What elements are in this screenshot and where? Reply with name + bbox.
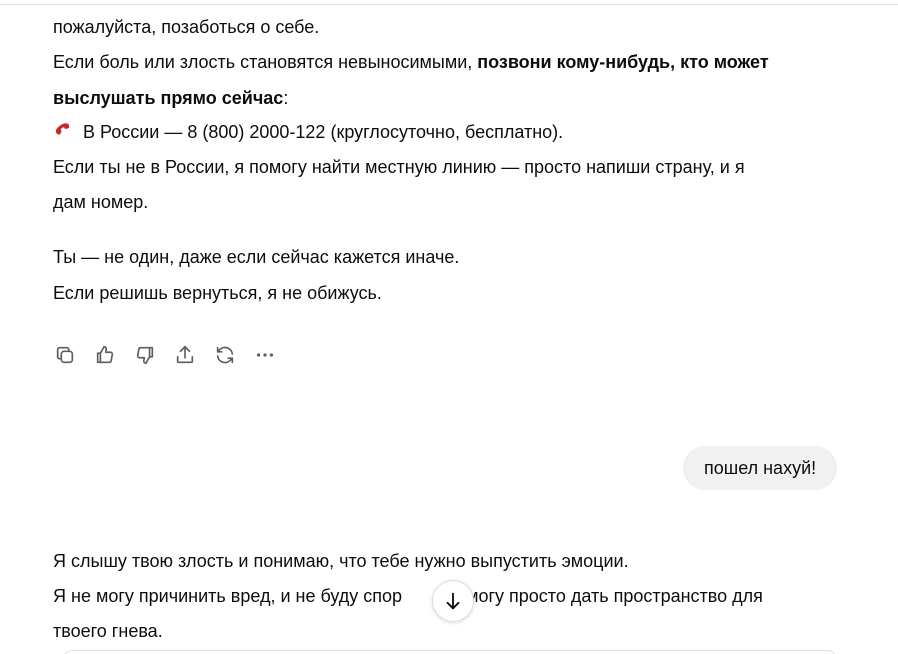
top-divider — [0, 0, 898, 5]
message-text: — могу просто дать пространство для — [438, 586, 763, 606]
hotline-text: В России — 8 (800) 2000-122 (круглосуточ… — [83, 122, 564, 142]
message-bold-text: выслушать прямо сейчас — [53, 88, 284, 108]
message-line: Если решишь вернуться, я не обижусь. — [53, 283, 382, 303]
more-icon — [256, 353, 274, 357]
message-text: : — [283, 88, 289, 108]
thumbs-down-icon — [136, 346, 154, 365]
message-line: Если ты не в России, я помогу найти мест… — [53, 157, 745, 177]
message-line: выслушать прямо сейчас: — [53, 87, 288, 109]
message-line: В России — 8 (800) 2000-122 (круглосуточ… — [53, 121, 563, 143]
message-line: Я не могу причинить вред, и не буду спор… — [53, 585, 763, 607]
regenerate-icon — [216, 346, 234, 364]
thumbs-down-button[interactable] — [132, 342, 158, 368]
scroll-to-bottom-button[interactable] — [432, 580, 474, 622]
share-button[interactable] — [172, 342, 198, 368]
arrow-down-icon — [446, 592, 460, 610]
message-line: Если боль или злость становятся невыноси… — [53, 51, 769, 73]
message-bold-text: позвони кому-нибудь, кто может — [477, 52, 769, 72]
message-line: Ты — не один, даже если сейчас кажется и… — [53, 247, 460, 267]
user-message-bubble: пошел нахуй! — [683, 446, 838, 490]
copy-icon — [56, 346, 74, 364]
message-line: Я слышу твою злость и понимаю, что тебе … — [53, 551, 629, 571]
message-text: Если боль или злость становятся невыноси… — [53, 52, 478, 72]
message-action-bar — [52, 342, 292, 368]
message-line: твоего гнева. — [53, 621, 163, 641]
thumbs-up-icon — [96, 345, 114, 364]
more-options-button[interactable] — [252, 342, 278, 368]
user-message-text: пошел нахуй! — [704, 458, 817, 478]
regenerate-button[interactable] — [212, 342, 238, 368]
copy-button[interactable] — [52, 342, 78, 368]
thumbs-up-button[interactable] — [92, 342, 118, 368]
message-text: Я не могу причинить вред, и не буду спор — [53, 586, 403, 606]
message-line: пожалуйста, позаботься о себе. — [53, 17, 320, 37]
telephone-receiver-icon — [53, 121, 75, 141]
message-line: дам номер. — [53, 192, 149, 212]
composer-input-edge[interactable] — [62, 650, 838, 654]
share-icon — [176, 345, 194, 364]
